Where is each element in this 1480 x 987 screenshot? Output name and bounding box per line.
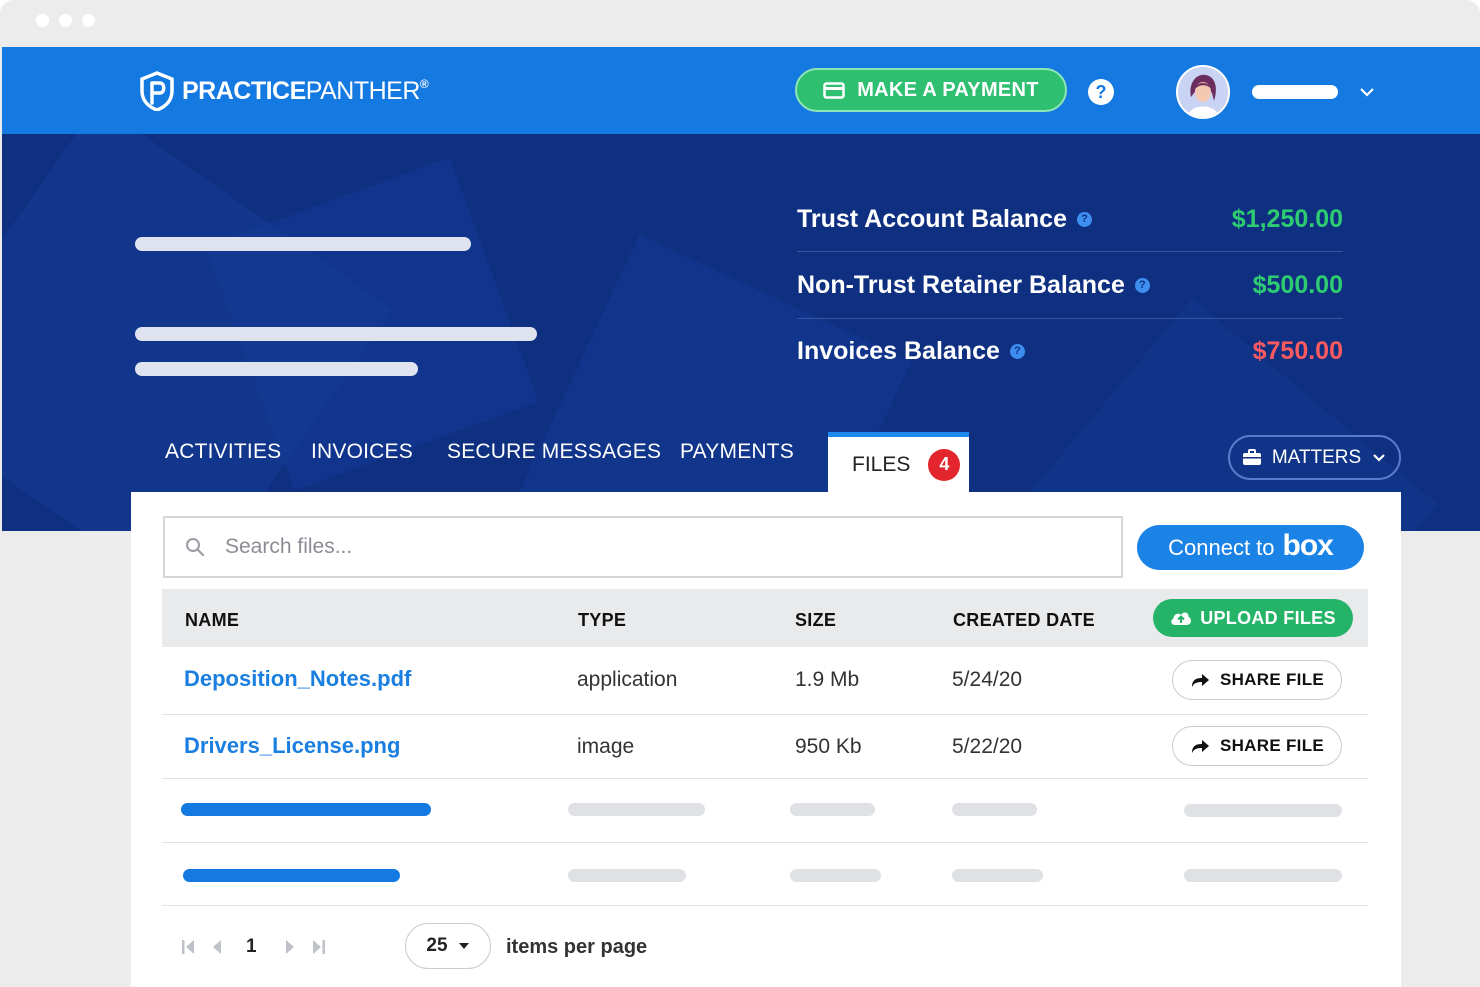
column-header-size[interactable]: SIZE [795,610,836,631]
window-dot [59,14,72,27]
practicepanther-logo[interactable]: PRACTICEPANTHER® [138,71,429,111]
search-icon [186,538,205,557]
client-detail-placeholder [135,362,418,376]
balance-value: $750.00 [1252,336,1343,365]
matters-dropdown[interactable]: MATTERS [1228,435,1401,480]
file-size: 1.9 Mb [795,668,860,691]
help-icon[interactable]: ? [1009,343,1025,359]
items-per-page-select[interactable]: 25 [405,923,491,969]
client-detail-placeholder [135,327,537,341]
non-trust-balance-row: Non-Trust Retainer Balance? $500.00 [797,252,1343,318]
placeholder-bar [790,803,875,816]
caret-down-icon [458,943,469,949]
share-arrow-icon [1191,674,1209,687]
share-file-button[interactable]: SHARE FILE [1172,660,1342,700]
client-name-placeholder [135,237,471,251]
tab-files-label: FILES [852,452,911,476]
search-input[interactable] [223,534,1087,560]
table-row: Drivers_License.png image 950 Kb 5/22/20… [162,715,1368,779]
search-field[interactable] [163,516,1123,578]
cloud-upload-icon [1171,612,1192,625]
share-file-button[interactable]: SHARE FILE [1172,726,1342,766]
help-icon[interactable]: ? [1076,211,1092,227]
window-dot [36,14,49,27]
logo-text: PRACTICEPANTHER® [182,76,429,105]
placeholder-name-bar [183,869,400,882]
matters-label: MATTERS [1271,446,1362,468]
balance-value: $500.00 [1252,270,1343,299]
briefcase-icon [1242,449,1261,465]
window-chrome [0,0,1480,47]
files-count-badge: 4 [928,448,961,481]
placeholder-bar [1184,804,1342,817]
balance-label: Invoices Balance? [797,337,1025,366]
make-payment-button[interactable]: MAKE A PAYMENT [795,68,1067,112]
share-file-label: SHARE FILE [1219,670,1325,689]
balance-value: $1,250.00 [1231,204,1343,233]
window-dot [82,14,95,27]
column-header-type[interactable]: TYPE [578,610,626,631]
chevron-down-icon[interactable] [1358,83,1376,101]
file-type: image [577,735,635,758]
trust-balance-row: Trust Account Balance? $1,250.00 [797,186,1343,252]
table-header: NAME TYPE SIZE CREATED DATE UPLOAD FILES [162,589,1368,647]
user-name-placeholder[interactable] [1252,85,1338,99]
tab-payments[interactable]: PAYMENTS [680,440,794,464]
placeholder-bar [790,869,881,882]
panther-logo-icon [140,71,174,111]
tab-secure-messages[interactable]: SECURE MESSAGES [447,440,661,464]
file-type: application [577,668,678,691]
balance-label: Trust Account Balance? [797,205,1092,234]
items-per-page-label: items per page [506,936,648,958]
chevron-down-icon [1373,453,1385,462]
tab-files[interactable]: FILES 4 [828,432,969,492]
upload-files-button[interactable]: UPLOAD FILES [1153,599,1353,637]
make-payment-label: MAKE A PAYMENT [857,78,1039,101]
balance-label: Non-Trust Retainer Balance? [797,271,1150,300]
share-file-label: SHARE FILE [1219,736,1325,755]
placeholder-bar [952,869,1043,882]
placeholder-bar [1184,869,1342,882]
top-navbar: PRACTICEPANTHER® MAKE A PAYMENT ? [2,47,1480,134]
help-icon[interactable]: ? [1134,277,1150,293]
tab-activities[interactable]: ACTIVITIES [165,440,281,464]
box-logo: box [1282,528,1334,562]
placeholder-bar [568,869,686,882]
connect-to-box-button[interactable]: Connect to box [1137,525,1364,570]
file-name-link[interactable]: Drivers_License.png [184,733,400,759]
browser-window: PRACTICEPANTHER® MAKE A PAYMENT ? Trust … [0,0,1480,987]
share-arrow-icon [1191,740,1209,753]
placeholder-bar [952,803,1037,816]
help-icon[interactable]: ? [1088,79,1114,105]
column-header-created-date[interactable]: CREATED DATE [953,610,1095,631]
tab-invoices[interactable]: INVOICES [311,440,413,464]
prev-page-icon[interactable] [210,937,222,957]
invoices-balance-row: Invoices Balance? $750.00 [797,318,1343,384]
file-name-link[interactable]: Deposition_Notes.pdf [184,666,411,692]
current-page[interactable]: 1 [246,936,257,958]
placeholder-row [162,843,1368,906]
file-created-date: 5/24/20 [952,668,1023,691]
avatar[interactable] [1176,65,1230,119]
placeholder-row [162,779,1368,843]
connect-label: Connect to [1168,534,1275,560]
file-size: 950 Kb [795,735,862,758]
placeholder-name-bar [181,803,431,816]
pagination: 1 [180,925,327,969]
placeholder-bar [568,803,705,816]
first-page-icon[interactable] [180,937,196,957]
upload-files-label: UPLOAD FILES [1200,607,1336,628]
credit-card-icon [823,81,845,99]
file-created-date: 5/22/20 [952,735,1023,758]
items-per-page-value: 25 [426,935,448,956]
table-row: Deposition_Notes.pdf application 1.9 Mb … [162,648,1368,715]
user-avatar-icon [1178,67,1228,117]
column-header-name[interactable]: NAME [185,610,239,631]
next-page-icon[interactable] [285,937,297,957]
last-page-icon[interactable] [311,937,327,957]
